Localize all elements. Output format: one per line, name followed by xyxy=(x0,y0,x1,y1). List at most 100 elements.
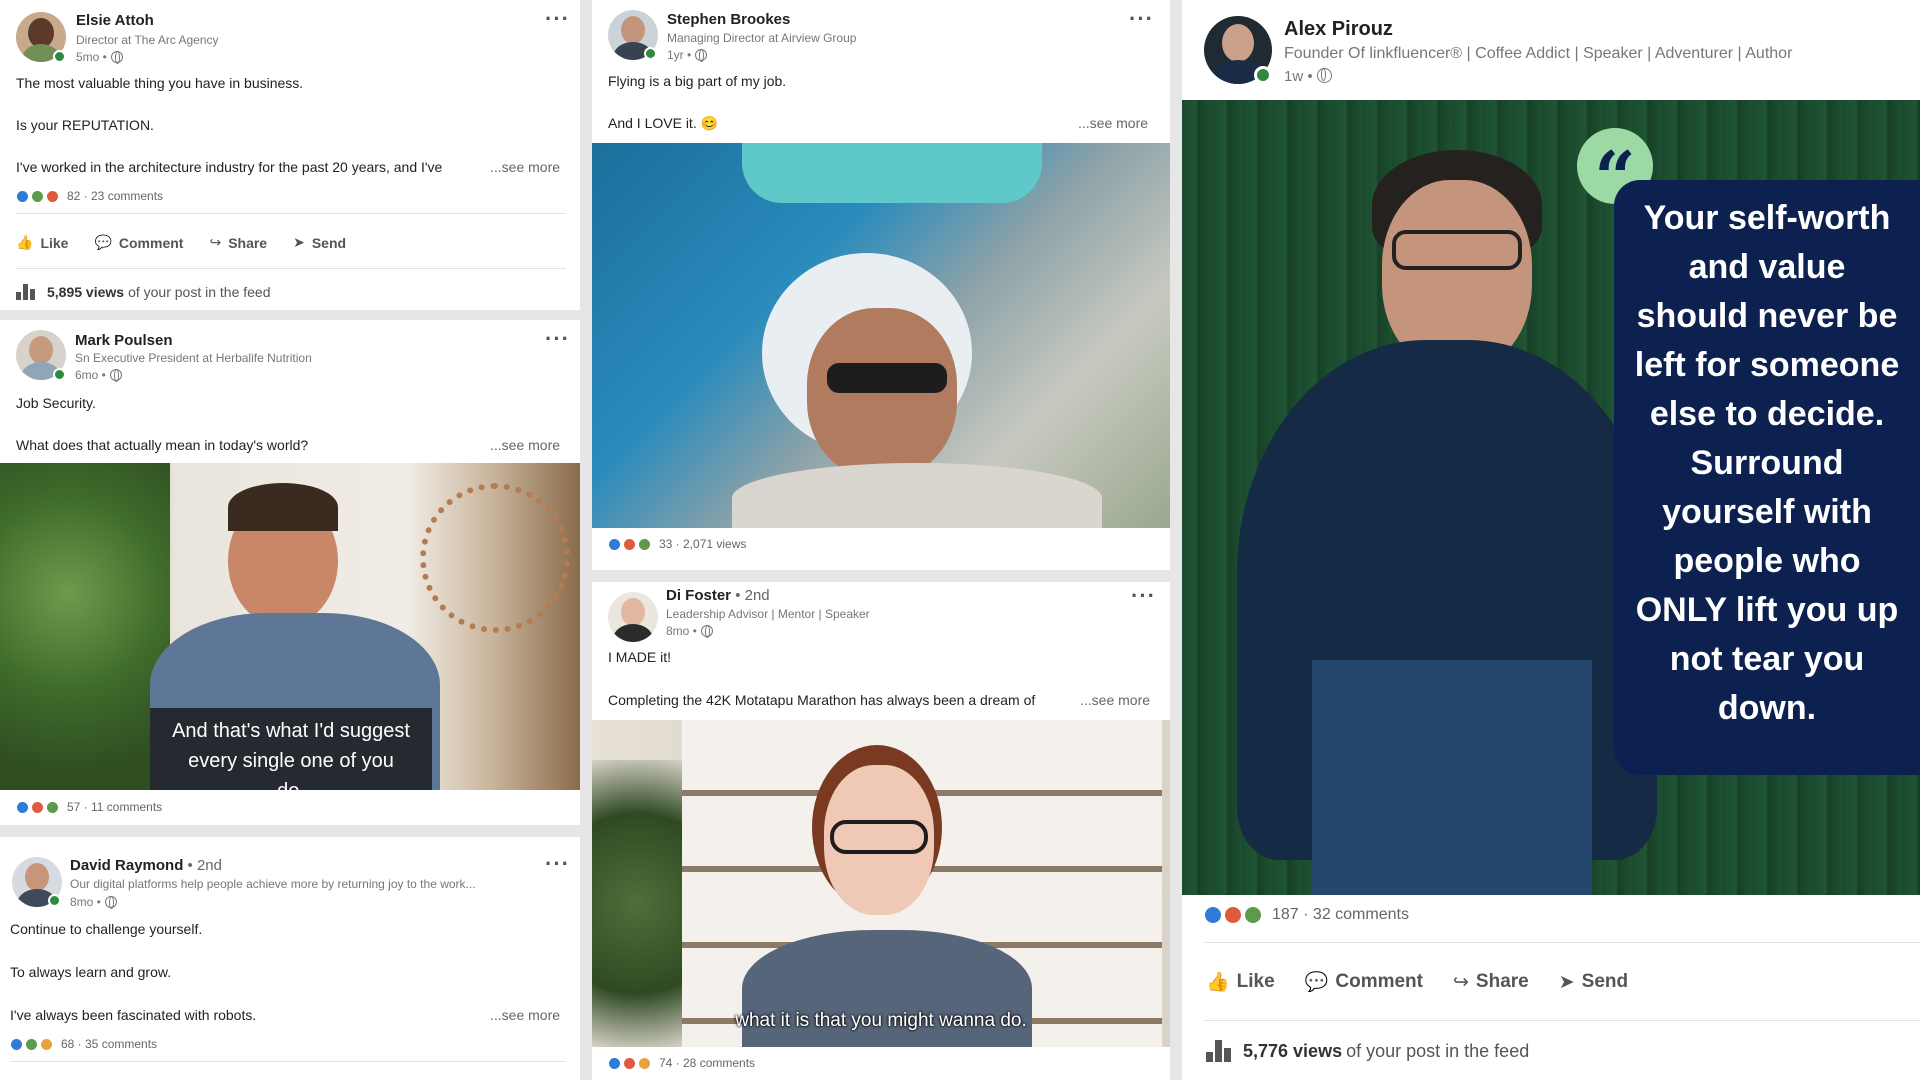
like-reaction-icon xyxy=(608,537,621,551)
love-reaction-icon xyxy=(1224,906,1242,924)
more-options-icon[interactable]: ··· xyxy=(545,328,570,350)
post-time: 8mo • xyxy=(70,895,117,909)
post-card: Mark Poulsen Sn Executive President at H… xyxy=(0,320,580,825)
post-text-line: Flying is a big part of my job. xyxy=(608,73,787,89)
author-name[interactable]: David Raymond • 2nd xyxy=(70,857,222,874)
post-text-line: The most valuable thing you have in busi… xyxy=(16,75,304,91)
post-video[interactable]: what it is that you might wanna do. xyxy=(592,720,1170,1047)
like-reaction-icon xyxy=(10,1037,23,1051)
comment-button[interactable]: 💬 Comment xyxy=(1305,970,1423,994)
post-text-line: What does that actually mean in today's … xyxy=(16,437,309,453)
post-time: 1yr • xyxy=(667,48,708,62)
thumbs-up-icon: 👍 xyxy=(1206,972,1230,993)
plant-foliage xyxy=(0,463,170,790)
celebrate-reaction-icon xyxy=(31,189,44,203)
avatar[interactable] xyxy=(608,592,658,642)
celebrate-reaction-icon xyxy=(25,1037,38,1051)
post-time: 5mo • xyxy=(76,50,123,64)
post-card: Elsie Attoh Director at The Arc Agency 5… xyxy=(0,0,580,310)
more-options-icon[interactable]: ··· xyxy=(545,853,570,875)
reactions-summary[interactable]: 57 · 11 comments xyxy=(16,800,162,814)
send-button[interactable]: ➤ Send xyxy=(293,234,346,251)
post-text-line: Is your REPUTATION. xyxy=(16,117,154,133)
see-more-link[interactable]: ...see more xyxy=(1078,115,1148,131)
reactions-summary[interactable]: 68 · 35 comments xyxy=(10,1037,157,1051)
glasses xyxy=(1392,230,1522,270)
plant-foliage xyxy=(592,760,682,1047)
divider xyxy=(16,213,566,214)
post-text-line: I MADE it! xyxy=(608,649,672,665)
comment-icon: 💬 xyxy=(94,234,112,250)
share-button[interactable]: ↪ Share xyxy=(1453,970,1529,994)
reactions-summary[interactable]: 187 · 32 comments xyxy=(1204,906,1409,924)
post-image[interactable]: “ Your self-worth and value should never… xyxy=(1182,100,1920,895)
globe-icon xyxy=(700,625,713,638)
sunglasses xyxy=(827,363,947,393)
like-reaction-icon xyxy=(16,800,29,814)
see-more-link[interactable]: ...see more xyxy=(490,437,560,453)
collage: Elsie Attoh Director at The Arc Agency 5… xyxy=(0,0,1920,1080)
cockpit-window xyxy=(742,143,1042,203)
online-indicator xyxy=(48,894,61,907)
glasses xyxy=(830,820,928,854)
divider xyxy=(1204,1020,1920,1021)
post-text-line: To always learn and grow. xyxy=(10,964,172,980)
love-reaction-icon xyxy=(46,189,59,203)
more-options-icon[interactable]: ··· xyxy=(545,8,570,30)
like-reaction-icon xyxy=(608,1056,621,1070)
analytics-icon xyxy=(16,284,37,300)
author-name[interactable]: Di Foster • 2nd xyxy=(666,587,770,604)
post-card: Stephen Brookes Managing Director at Air… xyxy=(592,0,1170,570)
love-reaction-icon xyxy=(623,1056,636,1070)
post-card: Di Foster • 2nd Leadership Advisor | Men… xyxy=(592,582,1170,1080)
author-name[interactable]: Stephen Brookes xyxy=(667,11,790,28)
video-caption: what it is that you might wanna do. xyxy=(735,1010,1027,1031)
post-image[interactable] xyxy=(592,143,1170,528)
celebrate-reaction-icon xyxy=(1244,906,1262,924)
see-more-link[interactable]: ...see more xyxy=(490,159,560,175)
thumbs-up-icon: 👍 xyxy=(16,234,34,250)
author-headline: Director at The Arc Agency xyxy=(76,33,219,47)
send-icon: ➤ xyxy=(293,234,305,250)
share-icon: ↪ xyxy=(209,234,222,250)
author-headline: Sn Executive President at Herbalife Nutr… xyxy=(75,351,312,365)
online-indicator xyxy=(644,47,657,60)
author-name[interactable]: Elsie Attoh xyxy=(76,12,154,29)
celebrate-reaction-icon xyxy=(46,800,59,814)
post-video[interactable]: And that's what I'd suggest every single … xyxy=(0,463,580,790)
post-text-line: Continue to challenge yourself. xyxy=(10,921,203,937)
divider xyxy=(1204,942,1920,943)
author-name[interactable]: Alex Pirouz xyxy=(1284,18,1393,41)
insightful-reaction-icon xyxy=(40,1037,53,1051)
more-options-icon[interactable]: ··· xyxy=(1129,8,1154,30)
post-time: 8mo • xyxy=(666,624,713,638)
post-text-line: Job Security. xyxy=(16,395,96,411)
insightful-reaction-icon xyxy=(638,1056,651,1070)
online-indicator xyxy=(53,368,66,381)
author-name[interactable]: Mark Poulsen xyxy=(75,332,173,349)
author-headline: Managing Director at Airview Group xyxy=(667,31,857,45)
see-more-link[interactable]: ...see more xyxy=(490,1007,560,1023)
online-indicator xyxy=(1254,66,1272,84)
comment-button[interactable]: 💬 Comment xyxy=(94,234,183,251)
analytics-icon xyxy=(1206,1040,1233,1062)
comment-icon: 💬 xyxy=(1304,972,1329,993)
views-summary[interactable]: 5,895 views of your post in the feed xyxy=(16,284,271,300)
person-jeans xyxy=(1312,660,1592,895)
more-options-icon[interactable]: ··· xyxy=(1131,585,1156,607)
post-time: 6mo • xyxy=(75,368,122,382)
see-more-link[interactable]: ...see more xyxy=(1080,692,1150,708)
share-button[interactable]: ↪ Share xyxy=(209,234,267,251)
like-button[interactable]: 👍 Like xyxy=(1206,970,1275,994)
send-icon: ➤ xyxy=(1558,971,1575,993)
quote-box: Your self-worth and value should never b… xyxy=(1614,180,1920,775)
pilot-face xyxy=(807,308,957,478)
action-bar: 👍 Like 💬 Comment ↪ Share ➤ Send xyxy=(1206,970,1654,994)
views-summary[interactable]: 5,776 views of your post in the feed xyxy=(1206,1040,1529,1062)
globe-icon xyxy=(695,49,708,62)
send-button[interactable]: ➤ Send xyxy=(1559,970,1628,994)
like-button[interactable]: 👍 Like xyxy=(16,234,68,251)
reactions-summary[interactable]: 33 · 2,071 views xyxy=(608,537,746,551)
reactions-summary[interactable]: 82 · 23 comments xyxy=(16,189,163,203)
reactions-summary[interactable]: 74 · 28 comments xyxy=(608,1056,755,1070)
